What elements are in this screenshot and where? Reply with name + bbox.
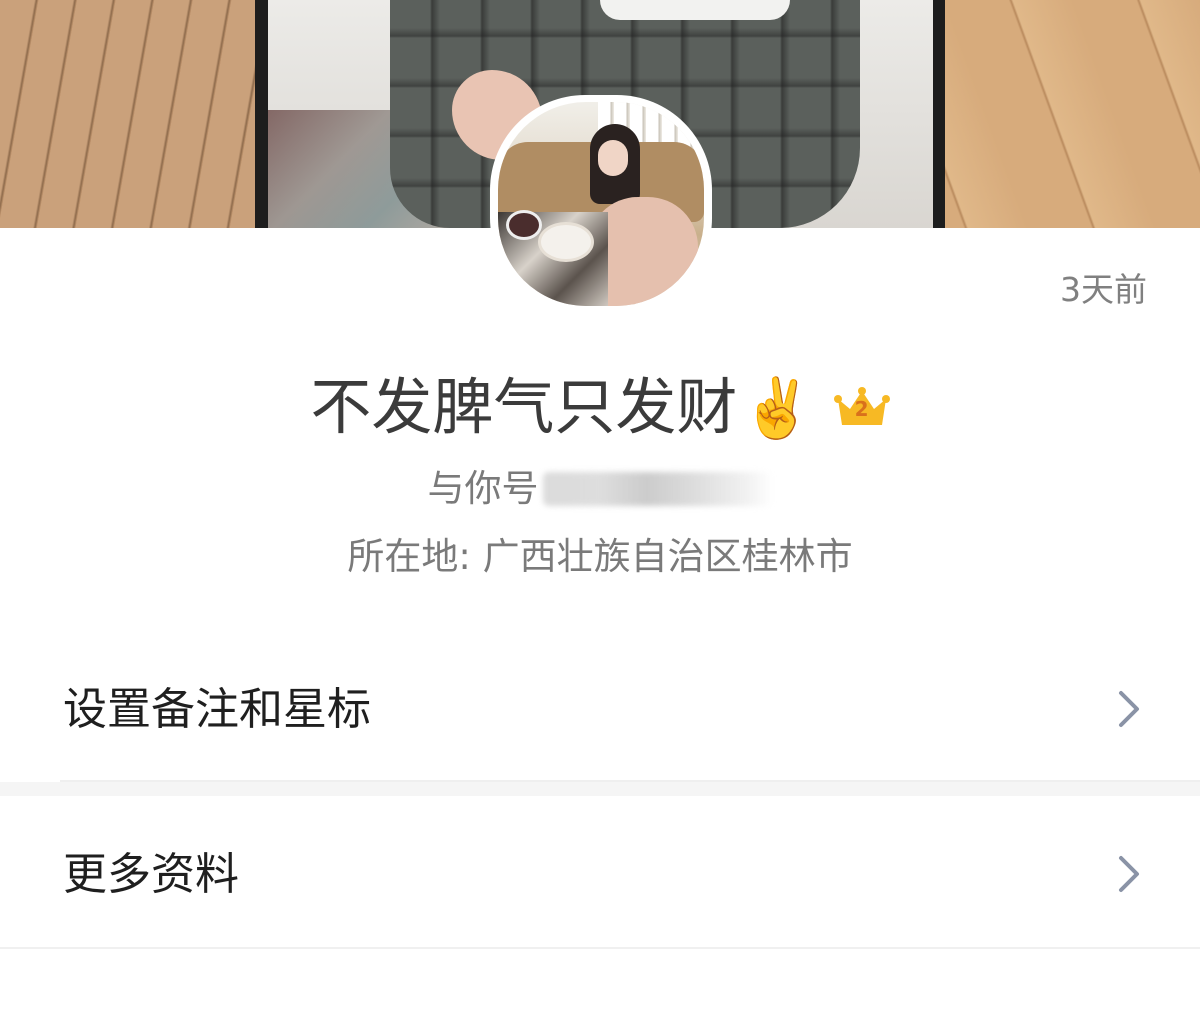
cover-floor-right (900, 0, 1200, 228)
victory-hand-emoji: ✌️ (741, 374, 814, 442)
section-separator (0, 782, 1200, 796)
set-remark-label: 设置备注和星标 (63, 684, 371, 735)
avatar-face (598, 140, 628, 176)
location: 所在地: 广西壮族自治区桂林市 (347, 535, 853, 578)
avatar-plate (506, 210, 542, 240)
chevron-right-icon (1111, 689, 1145, 729)
divider (0, 947, 1200, 949)
more-info-cell[interactable]: 更多资料 (0, 808, 1200, 938)
set-remark-and-star-cell[interactable]: 设置备注和星标 (0, 643, 1200, 773)
account-label: 与你号 (427, 467, 539, 510)
cover-blouse (600, 0, 790, 20)
post-time: 3天前 (1060, 270, 1147, 309)
crown-icon[interactable]: 2 (833, 387, 890, 429)
cover-floor-left (0, 0, 260, 228)
nickname-row: 不发脾气只发财✌️ 2 (0, 370, 1200, 446)
nickname: 不发脾气只发财 (310, 372, 738, 443)
account-number-redacted (542, 472, 773, 506)
vip-level-number: 2 (854, 397, 869, 421)
avatar-plate (538, 222, 594, 262)
chevron-right-icon (1111, 854, 1145, 894)
more-info-label: 更多资料 (63, 849, 239, 900)
account-row: 与你号 (0, 465, 1200, 513)
avatar[interactable] (498, 102, 704, 306)
profile-page: 3天前 不发脾气只发财✌️ 2 与你号 所在地: 广西壮族自治区桂林市 设置备注… (0, 0, 1200, 1025)
